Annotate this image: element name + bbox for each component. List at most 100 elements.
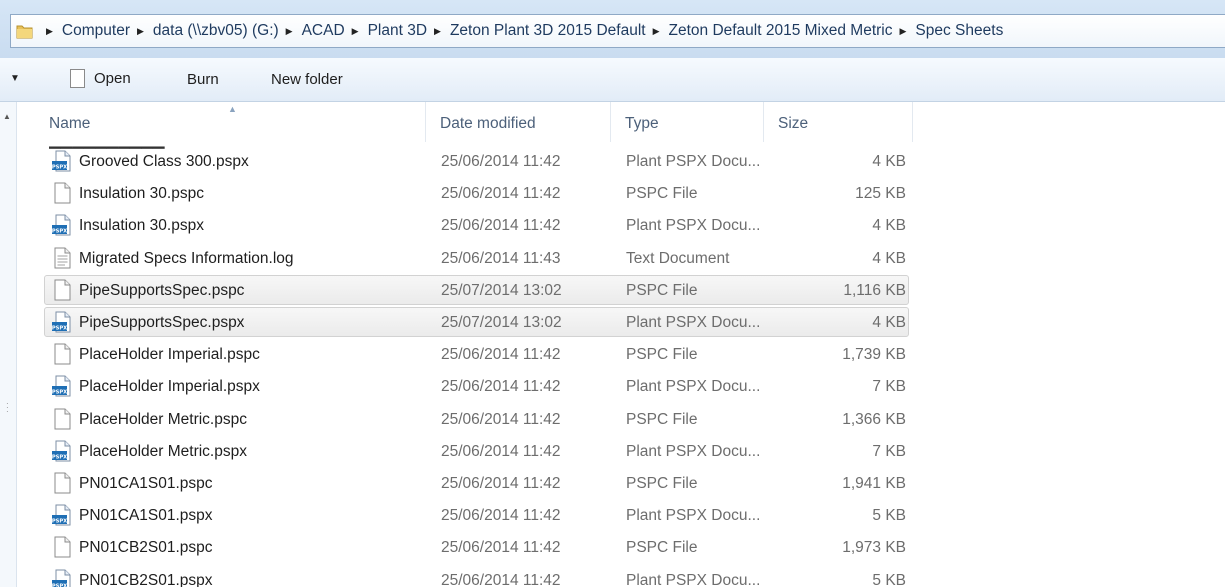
file-size: 5 KB — [872, 571, 906, 587]
file-type: PSPC File — [626, 281, 698, 299]
pspx-icon: PSPX — [52, 440, 72, 462]
file-name: PipeSupportsSpec.pspx — [79, 314, 245, 331]
file-date-modified: 25/07/2014 13:02 — [441, 281, 562, 299]
breadcrumb[interactable]: ▶ Computer ▶ data (\\zbv05) (G:) ▶ ACAD ▶ Plant… — [10, 14, 1225, 48]
file-type: PSPC File — [626, 410, 698, 428]
file-size: 4 KB — [872, 217, 906, 235]
blank-file-icon — [52, 182, 72, 204]
file-date-modified: 25/06/2014 11:42 — [441, 217, 561, 235]
file-date-modified: 25/06/2014 11:42 — [441, 185, 561, 203]
file-name: PipeSupportsSpec.pspc — [79, 281, 245, 299]
file-date-modified: 25/06/2014 11:42 — [441, 410, 561, 428]
pspx-icon: PSPX — [52, 150, 72, 172]
file-type: PSPC File — [626, 475, 698, 492]
file-row[interactable]: PipeSupportsSpec.pspc 25/07/2014 13:02 PSP… — [44, 274, 909, 305]
file-row[interactable]: PlaceHolder Imperial.pspc 25/06/2014 11:4… — [44, 339, 909, 369]
file-type: Plant PSPX Docu... — [626, 378, 761, 396]
breadcrumb-separator-icon[interactable]: ▶ — [900, 26, 907, 37]
pspx-icon: PSPX — [52, 569, 72, 587]
file-date-modified: 25/06/2014 11:42 — [441, 346, 561, 364]
column-header-type[interactable]: Type — [625, 115, 659, 133]
breadcrumb-separator-icon[interactable]: ▶ — [653, 26, 660, 37]
file-name: Insulation 30.pspx — [79, 217, 204, 235]
text-file-icon — [52, 247, 72, 269]
pspx-icon-label: PSPX — [52, 325, 67, 331]
breadcrumb-item[interactable]: ACAD — [302, 22, 345, 40]
file-row[interactable]: PSPX PipeSupportsSpec.pspx 25/07/2014 13:0… — [44, 307, 909, 337]
breadcrumb-item[interactable]: Zeton Default 2015 Mixed Metric — [669, 22, 893, 40]
file-date-modified: 25/06/2014 11:42 — [441, 539, 561, 557]
file-size: 7 KB — [872, 378, 906, 396]
breadcrumb-item[interactable]: Spec Sheets — [915, 22, 1003, 40]
file-row[interactable]: PSPX PlaceHolder Metric.pspx 25/06/2014 11… — [44, 436, 909, 466]
file-row[interactable]: PN01CA1S01.pspc 25/06/2014 11:42 PSPC File… — [44, 468, 909, 498]
file-date-modified: 25/06/2014 11:42 — [441, 378, 561, 396]
file-type: Plant PSPX Docu... — [626, 314, 761, 331]
file-size: 5 KB — [872, 507, 906, 525]
file-name: Insulation 30.pspc — [79, 185, 204, 203]
file-name: Migrated Specs Information.log — [79, 249, 294, 267]
file-type: Plant PSPX Docu... — [626, 153, 761, 170]
pspx-icon-label: PSPX — [52, 583, 67, 587]
pspx-icon-label: PSPX — [52, 518, 67, 524]
pspx-icon: PSPX — [52, 504, 72, 526]
open-label: Open — [94, 70, 131, 87]
burn-button[interactable]: Burn — [187, 71, 219, 88]
breadcrumb-separator-icon[interactable]: ▶ — [434, 26, 441, 37]
scroll-up-icon[interactable]: ▲ — [3, 112, 11, 121]
breadcrumb-item[interactable]: Computer — [62, 22, 130, 40]
blank-file-icon — [52, 536, 72, 558]
file-type: PSPC File — [626, 539, 698, 557]
file-name: PN01CB2S01.pspc — [79, 539, 213, 557]
open-button[interactable]: Open — [70, 69, 131, 88]
file-row[interactable]: PSPX PN01CA1S01.pspx 25/06/2014 11:42 Plant… — [44, 500, 909, 530]
file-name: PlaceHolder Imperial.pspx — [79, 378, 260, 396]
column-header-size[interactable]: Size — [778, 115, 808, 133]
file-size: 4 KB — [872, 153, 906, 170]
breadcrumb-item[interactable]: Plant 3D — [368, 22, 427, 40]
file-row[interactable]: Insulation 30.pspc 25/06/2014 11:42 PSPC F… — [44, 178, 909, 208]
file-row[interactable]: PlaceHolder Metric.pspc 25/06/2014 11:42 P… — [44, 404, 909, 434]
sort-ascending-icon: ▲ — [228, 104, 237, 114]
column-header-date-modified[interactable]: Date modified — [440, 115, 536, 133]
blank-file-icon — [52, 408, 72, 430]
file-row[interactable]: PSPX Grooved Class 300.pspx 25/06/2014 11:… — [44, 146, 909, 176]
file-row[interactable]: PN01CB2S01.pspc 25/06/2014 11:42 PSPC File… — [44, 532, 909, 562]
document-icon — [70, 69, 85, 88]
file-list[interactable]: ▁▁▁▁▁▁▁▁▁▁ PSPX Grooved Class 300.pspx 25/… — [17, 132, 1225, 587]
breadcrumb-separator-icon[interactable]: ▶ — [137, 26, 144, 37]
file-type: PSPC File — [626, 185, 698, 203]
breadcrumb-separator-icon[interactable]: ▶ — [46, 26, 53, 37]
breadcrumb-separator-icon[interactable]: ▶ — [286, 26, 293, 37]
blank-file-icon — [52, 343, 72, 365]
breadcrumb-item[interactable]: Zeton Plant 3D 2015 Default — [450, 22, 646, 40]
file-date-modified: 25/06/2014 11:43 — [441, 249, 561, 267]
folder-icon — [16, 24, 33, 39]
navigation-pane[interactable]: ▲ · · · — [0, 102, 17, 587]
file-name: Grooved Class 300.pspx — [79, 153, 249, 170]
file-row[interactable]: PSPX PN01CB2S01.pspx 25/06/2014 11:42 Plant… — [44, 565, 909, 587]
file-date-modified: 25/06/2014 11:42 — [441, 475, 561, 492]
pspx-icon: PSPX — [52, 375, 72, 397]
file-date-modified: 25/07/2014 13:02 — [441, 314, 562, 331]
file-size: 125 KB — [855, 185, 906, 203]
splitter-grip-icon[interactable]: · · · — [6, 400, 9, 416]
file-type: Plant PSPX Docu... — [626, 571, 761, 587]
breadcrumb-item[interactable]: data (\\zbv05) (G:) — [153, 22, 279, 40]
file-name: PlaceHolder Imperial.pspc — [79, 346, 260, 364]
file-type: PSPC File — [626, 346, 698, 364]
column-header-name[interactable]: Name — [49, 115, 90, 133]
file-name: PN01CA1S01.pspc — [79, 475, 213, 492]
file-name: PlaceHolder Metric.pspx — [79, 442, 247, 460]
file-name: PN01CB2S01.pspx — [79, 571, 213, 587]
breadcrumb-separator-icon[interactable]: ▶ — [352, 26, 359, 37]
new-folder-button[interactable]: New folder — [271, 71, 343, 88]
file-type: Plant PSPX Docu... — [626, 507, 761, 525]
file-row[interactable]: Migrated Specs Information.log 25/06/2014… — [44, 243, 909, 273]
pspx-icon-label: PSPX — [52, 390, 67, 396]
file-row[interactable]: PSPX PlaceHolder Imperial.pspx 25/06/2014 … — [44, 371, 909, 401]
organize-dropdown-icon[interactable]: ▼ — [10, 73, 20, 84]
file-type: Text Document — [626, 249, 730, 267]
file-date-modified: 25/06/2014 11:42 — [441, 442, 561, 460]
file-row[interactable]: PSPX Insulation 30.pspx 25/06/2014 11:42 Pl… — [44, 210, 909, 240]
